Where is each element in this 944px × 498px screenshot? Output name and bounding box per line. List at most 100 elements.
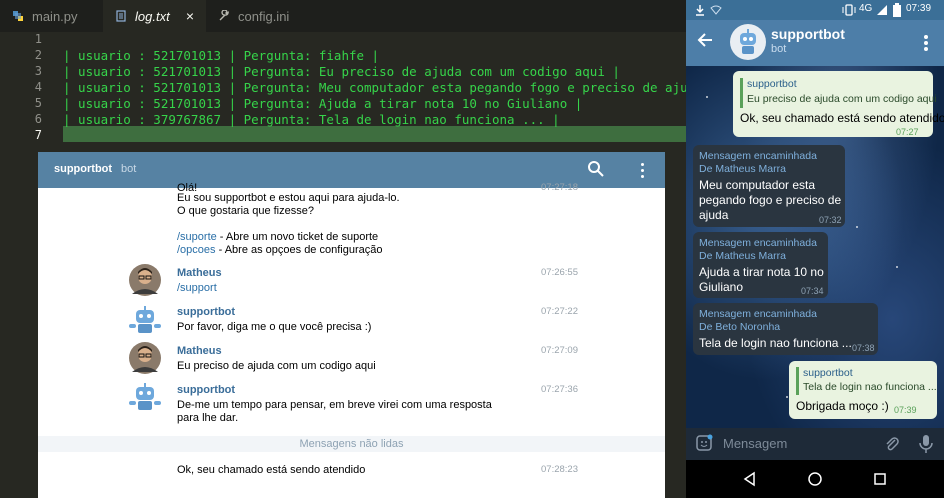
message-text: Obrigada moço :)	[796, 399, 889, 413]
message-text[interactable]: /support	[177, 282, 217, 294]
tab-label: main.py	[32, 8, 78, 24]
reply-quote-bar	[796, 367, 799, 395]
message-time: 07:32	[819, 215, 842, 225]
message-text: Giuliano	[699, 280, 744, 294]
tab-bar: main.py log.txt × config.ini	[0, 0, 686, 32]
signal-icon	[877, 5, 887, 15]
code-line[interactable]: | usuario : 521701013 | Pergunta: Meu co…	[63, 80, 718, 95]
microphone-icon[interactable]	[919, 434, 933, 454]
clock: 07:39	[906, 3, 932, 14]
command-link[interactable]: /suporte	[177, 231, 217, 243]
message-sender[interactable]: supportbot	[177, 384, 235, 396]
line-number: 4	[34, 80, 42, 94]
forwarded-from[interactable]: De Matheus Marra	[699, 163, 786, 175]
robot-icon	[740, 29, 756, 54]
outgoing-message[interactable]: supportbot Tela de login nao funciona ..…	[789, 361, 937, 419]
code-line[interactable]: | usuario : 521701013 | Pergunta: Ajuda …	[63, 96, 582, 111]
message-text: O que gostaria que fizesse?	[177, 205, 314, 217]
nav-recents-icon[interactable]	[872, 471, 888, 487]
forwarded-from[interactable]: De Beto Noronha	[699, 321, 780, 333]
reply-quote-text: Eu preciso de ajuda com um codigo aqui	[747, 93, 937, 105]
message-sender[interactable]: Matheus	[177, 267, 222, 279]
message-time: 07:27:36	[541, 384, 578, 395]
command-line: /opcoes - Abre as opçoes de configuração	[177, 244, 382, 256]
message-text: Ajuda a tirar nota 10 no	[699, 265, 824, 279]
message-time: 07:27	[896, 127, 919, 137]
message-text: para lhe dar.	[177, 412, 239, 424]
command-description: - Abre as opçoes de configuração	[215, 244, 383, 256]
battery-icon	[893, 3, 901, 17]
message-time: 07:39	[894, 405, 917, 415]
telegram-desktop-window: supportbot bot Olá! 07:27:18 Eu sou supp…	[38, 152, 665, 498]
vibrate-icon	[842, 4, 856, 16]
message-time: 07:38	[852, 343, 875, 353]
chat-subtitle: bot	[121, 163, 137, 175]
reply-quote-sender: supportbot	[803, 367, 853, 379]
message-text: Tela de login nao funciona ...	[699, 336, 852, 350]
chat-title[interactable]: supportbot	[54, 163, 112, 175]
message-text: ajuda	[699, 208, 729, 222]
outgoing-message[interactable]: supportbot Eu preciso de ajuda com um co…	[733, 71, 944, 137]
chat-app-bar: supportbot bot	[686, 20, 944, 66]
android-nav-bar	[686, 460, 944, 498]
chat-title[interactable]: supportbot	[771, 26, 845, 42]
code-line[interactable]: | usuario : 379767867 | Pergunta: Tela d…	[63, 112, 560, 127]
network-type: 4G	[859, 3, 873, 14]
reply-quote-text: Tela de login nao funciona ...	[803, 381, 937, 393]
bot-avatar[interactable]	[730, 24, 766, 60]
more-menu-icon[interactable]	[638, 161, 648, 179]
attach-icon[interactable]	[884, 435, 900, 453]
search-icon[interactable]	[586, 159, 606, 179]
bot-avatar[interactable]	[126, 381, 164, 413]
forwarded-from[interactable]: De Matheus Marra	[699, 250, 786, 262]
current-line-highlight	[63, 126, 686, 142]
message-text: De-me um tempo para pensar, em breve vir…	[177, 399, 492, 411]
tab-label: log.txt	[135, 8, 170, 24]
message-sender[interactable]: Matheus	[177, 345, 222, 357]
nav-home-icon[interactable]	[807, 471, 823, 487]
user-avatar[interactable]	[126, 264, 164, 296]
status-bar: 4G 07:39	[686, 0, 944, 20]
tab-log-txt[interactable]: log.txt ×	[103, 0, 206, 32]
reply-quote-bar	[740, 78, 743, 108]
message-time: 07:28:23	[541, 464, 578, 475]
message-text: Ok, seu chamado está sendo atendido	[740, 111, 944, 125]
message-sender[interactable]: supportbot	[177, 306, 235, 318]
message-time: 07:27:22	[541, 306, 578, 317]
message-text: Ok, seu chamado está sendo atendido	[177, 464, 366, 476]
forwarded-label: Mensagem encaminhada	[699, 237, 817, 249]
code-line[interactable]: | usuario : 521701013 | Pergunta: fiahfe…	[63, 48, 379, 63]
close-icon[interactable]: ×	[186, 8, 194, 24]
command-link[interactable]: /opcoes	[177, 244, 216, 256]
back-arrow-icon[interactable]	[697, 32, 713, 48]
code-line[interactable]: | usuario : 521701013 | Pergunta: Eu pre…	[63, 64, 620, 79]
message-text: Por favor, diga me o que você precisa :)	[177, 321, 372, 333]
screen: main.py log.txt × config.ini 1 2 3 4 5 6…	[0, 0, 944, 498]
message-time: 07:34	[801, 286, 824, 296]
message-text: Eu preciso de ajuda com um codigo aqui	[177, 360, 376, 372]
wifi-off-icon	[710, 5, 722, 15]
more-menu-icon[interactable]	[923, 34, 929, 52]
reply-quote-sender: supportbot	[747, 78, 797, 90]
nav-back-icon[interactable]	[742, 471, 758, 487]
sticker-icon[interactable]	[695, 434, 713, 452]
line-number: 3	[34, 64, 42, 78]
chat-subtitle: bot	[771, 43, 787, 55]
tab-main-py[interactable]: main.py	[0, 0, 103, 32]
line-number: 1	[34, 32, 42, 46]
bot-avatar[interactable]	[126, 304, 164, 336]
command-line: /suporte - Abre um novo ticket de suport…	[177, 231, 378, 243]
tab-config-ini[interactable]: config.ini	[206, 0, 316, 32]
line-number: 5	[34, 96, 42, 110]
message-input[interactable]: Mensagem	[723, 436, 787, 451]
message-time: 07:27:09	[541, 345, 578, 356]
forwarded-message[interactable]: Mensagem encaminhada De Beto Noronha Tel…	[693, 303, 878, 355]
unread-messages-divider: Mensagens não lidas	[38, 436, 665, 452]
message-composer: Mensagem	[686, 428, 944, 460]
user-avatar[interactable]	[126, 342, 164, 374]
forwarded-message[interactable]: Mensagem encaminhada De Matheus Marra Me…	[693, 145, 845, 227]
message-text: Eu sou supportbot e estou aqui para ajud…	[177, 192, 400, 204]
python-file-icon	[13, 11, 23, 21]
message-text: pegando fogo e preciso de	[699, 193, 842, 207]
forwarded-message[interactable]: Mensagem encaminhada De Matheus Marra Aj…	[693, 232, 828, 298]
